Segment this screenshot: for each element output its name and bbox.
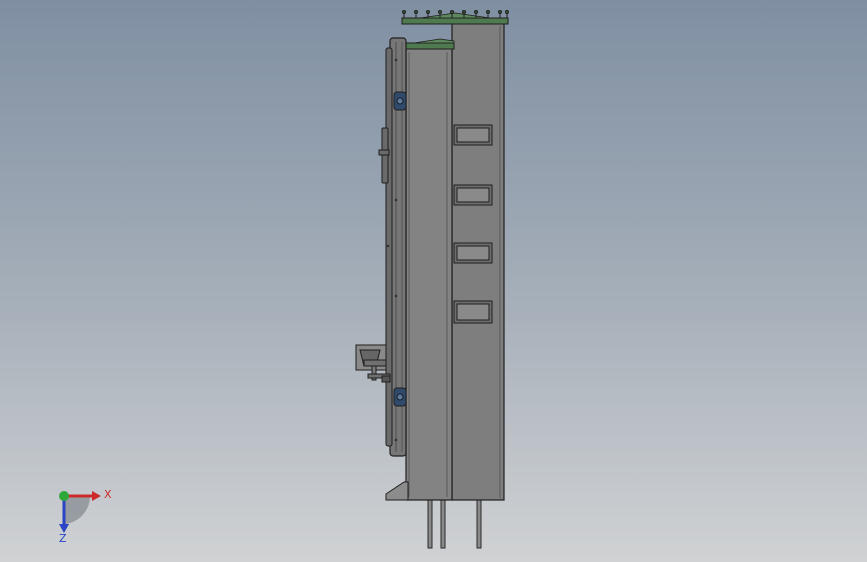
leg-3 (476, 498, 482, 549)
door-handle (378, 127, 390, 184)
reference-triad: X Z (44, 480, 124, 550)
base-foot-bracket (385, 481, 409, 501)
support-legs (427, 498, 482, 549)
leg-1 (427, 498, 433, 549)
vent-slot-1-inner (456, 127, 490, 143)
axis-z-label: Z (59, 532, 67, 545)
rear-top-cap (401, 10, 509, 25)
cabinet-model-side-view[interactable] (0, 0, 867, 562)
triad-shadow-icon (64, 496, 91, 524)
front-top-cap (403, 38, 455, 50)
side-bracket-box (355, 344, 391, 383)
y-axis-dot-icon (59, 491, 69, 501)
vent-slot-4-inner (456, 303, 490, 321)
axis-x-label: X (104, 488, 112, 501)
graphics-viewport[interactable]: X Z (0, 0, 867, 562)
front-cabinet-body (405, 47, 453, 501)
leg-2 (440, 498, 446, 549)
vent-slot-3-inner (456, 245, 490, 261)
vent-slot-2-inner (456, 187, 490, 203)
